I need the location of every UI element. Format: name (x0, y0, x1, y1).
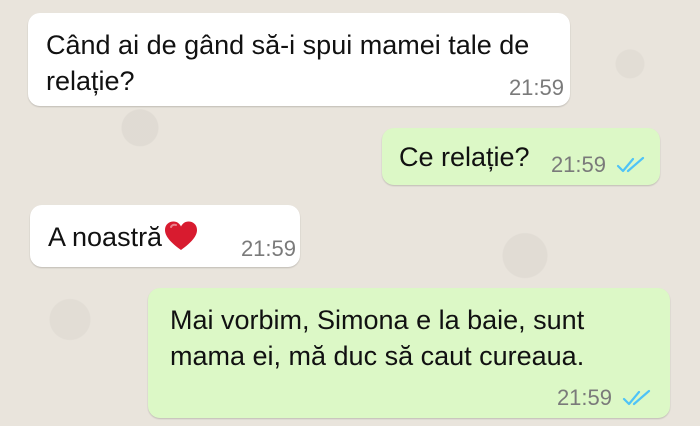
message-time: 21:59 (508, 75, 564, 100)
message-bubble-outgoing[interactable]: Mai vorbim, Simona e la baie, sunt mama … (148, 288, 670, 418)
message-bubble-incoming[interactable]: A noastră 21:59 (30, 205, 300, 267)
message-text: Ce relație? (399, 142, 530, 172)
message-time: 21:59 (556, 385, 612, 410)
double-check-read-icon (616, 156, 645, 173)
message-text: Mai vorbim, Simona e la baie, sunt mama … (170, 305, 585, 371)
message-bubble-incoming[interactable]: Când ai de gând să-i spui mamei tale de … (28, 13, 570, 106)
message-text: A noastră (48, 222, 163, 252)
message-time: 21:59 (550, 152, 606, 177)
double-check-read-icon (622, 389, 651, 406)
red-heart-icon (165, 221, 198, 250)
message-bubble-outgoing[interactable]: Ce relație? 21:59 (382, 128, 660, 185)
message-text: Când ai de gând să-i spui mamei tale de … (46, 30, 530, 96)
message-time: 21:59 (240, 236, 296, 261)
